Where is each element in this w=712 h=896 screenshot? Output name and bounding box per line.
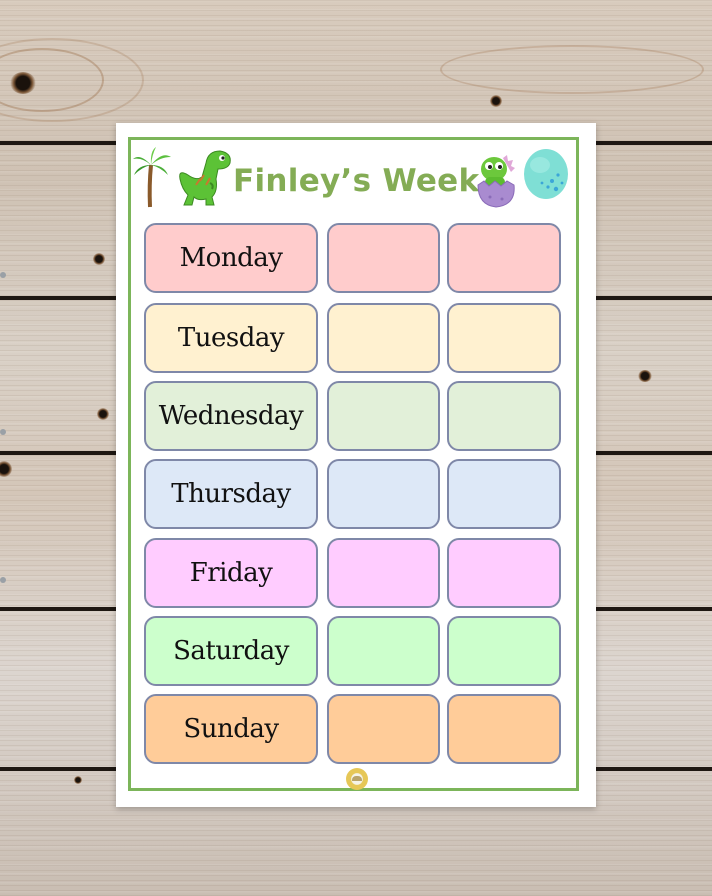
day-label-cell: Monday [144,223,318,293]
activity-cell[interactable] [447,616,561,686]
day-label-cell: Saturday [144,616,318,686]
wood-knot [74,776,82,784]
palm-tree-icon [133,147,171,208]
wood-grain [440,45,704,94]
activity-cell[interactable] [327,381,440,451]
day-label-cell: Sunday [144,694,318,764]
wood-knot [10,72,36,94]
nail [0,429,6,435]
round-logo-icon [346,768,368,790]
activity-cell[interactable] [447,459,561,529]
wood-knot [490,95,502,107]
activity-cell[interactable] [447,303,561,373]
wood-knot [93,253,105,265]
activity-cell[interactable] [447,538,561,608]
day-label: Friday [189,558,273,588]
activity-cell[interactable] [327,616,440,686]
day-label-cell: Friday [144,538,318,608]
spotted-egg-icon [524,149,568,199]
activity-cell[interactable] [447,223,561,293]
activity-cell[interactable] [447,381,561,451]
activity-cell[interactable] [327,303,440,373]
day-label: Saturday [173,636,289,666]
baby-dinosaur-in-egg-icon [477,153,515,208]
wood-knot [638,370,652,382]
green-dinosaur-icon [179,150,231,206]
day-label: Sunday [183,714,279,744]
weekly-planner-sheet: Finley’s Week Monday Tuesday Wednesday Thur… [116,123,596,807]
day-label-cell: Thursday [144,459,318,529]
nail [0,272,6,278]
day-label-cell: Tuesday [144,303,318,373]
activity-cell[interactable] [327,694,440,764]
day-label: Thursday [171,479,291,509]
day-label-cell: Wednesday [144,381,318,451]
day-label: Tuesday [177,323,285,353]
page-title: Finley’s Week [233,163,480,199]
activity-cell[interactable] [327,223,440,293]
day-label: Wednesday [158,401,304,431]
activity-cell[interactable] [447,694,561,764]
activity-cell[interactable] [327,538,440,608]
activity-cell[interactable] [327,459,440,529]
wood-knot [97,408,109,420]
wood-knot [0,461,12,477]
day-label: Monday [179,243,283,273]
nail [0,577,6,583]
